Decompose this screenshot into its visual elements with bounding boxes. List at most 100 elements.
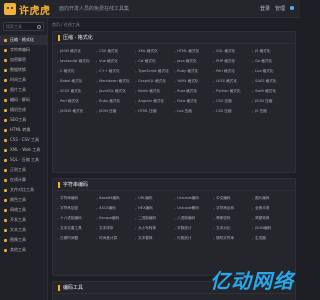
tool-link[interactable]: Unicode编码 <box>174 194 213 202</box>
tool-link[interactable]: Vue 格式化 <box>96 57 135 65</box>
tool-link[interactable]: SASS 格式化 <box>252 77 291 85</box>
sidebar-item[interactable]: 网络工具 <box>0 205 47 215</box>
tool-link[interactable]: Swift 格式化 <box>252 87 291 95</box>
tool-link[interactable]: Ruby 格式化 <box>96 97 135 105</box>
tool-link[interactable]: 随机字符串 <box>213 234 252 242</box>
tool-link[interactable]: URL编码 <box>135 194 174 202</box>
sidebar-item[interactable]: 在线计算 <box>0 175 47 185</box>
tool-link[interactable]: 二进制编码 <box>135 214 174 222</box>
tool-link[interactable]: JS 压缩 <box>252 107 291 115</box>
tool-link[interactable]: Python 格式化 <box>213 87 252 95</box>
tool-link[interactable]: 字数统计 <box>174 224 213 232</box>
tool-link[interactable]: Lua 压缩 <box>174 107 213 115</box>
tool-link[interactable]: JSON5 格式化 <box>57 107 96 115</box>
sidebar-item[interactable]: 压缩 · 格式化 <box>0 35 47 45</box>
tool-link[interactable]: CSS 压缩 <box>213 107 252 115</box>
search-input[interactable] <box>6 24 36 29</box>
tool-link[interactable]: 中文编码 <box>213 194 252 202</box>
tool-link[interactable]: CSS 格式化 <box>96 47 135 55</box>
sidebar-item[interactable]: 开发工具 <box>0 215 47 225</box>
tool-link[interactable]: ASCII编码 <box>96 204 135 212</box>
sidebar-item[interactable]: SEO工具 <box>0 115 47 125</box>
tool-link[interactable]: 字符串反转 <box>213 204 252 212</box>
tool-link[interactable]: C++ 格式化 <box>96 67 135 75</box>
sidebar-item[interactable]: 图片工具 <box>0 85 47 95</box>
tool-link[interactable]: Perl 格式化 <box>57 97 96 105</box>
tool-link[interactable]: Rust 格式化 <box>174 87 213 95</box>
sidebar-item[interactable]: 文本工具 <box>0 225 47 235</box>
tool-link[interactable]: Angular 格式化 <box>135 97 174 105</box>
tool-link[interactable]: 全角半角 <box>252 204 291 212</box>
search-icon[interactable] <box>37 24 41 29</box>
logo[interactable]: 许虎虎 <box>4 3 51 17</box>
tool-link[interactable]: 文本替换 <box>135 234 174 242</box>
tool-link[interactable]: Base64编码 <box>96 194 135 202</box>
tool-link[interactable]: 文本去重工具 <box>57 224 96 232</box>
tool-link[interactable]: Ruby 格式化 <box>174 67 213 75</box>
sidebar-item[interactable]: CSS · CSV 工具 <box>0 135 47 145</box>
tool-link[interactable]: 生成器 <box>252 234 291 242</box>
tool-link[interactable]: 文本对比 <box>213 224 252 232</box>
tool-link[interactable]: Java 格式化 <box>174 57 213 65</box>
tool-link[interactable]: 行数统计 <box>174 234 213 242</box>
tool-link[interactable]: YAML 格式化 <box>174 77 213 85</box>
tool-link[interactable]: HTML 格式化 <box>174 47 213 55</box>
tool-link[interactable]: JavaSQL 格式化 <box>96 87 135 95</box>
tool-link[interactable]: 字符串编码 <box>57 194 96 202</box>
tool-link[interactable]: 文本排序 <box>96 224 135 232</box>
tool-link[interactable]: PHP 格式化 <box>213 57 252 65</box>
tool-link[interactable]: HTML 压缩 <box>135 107 174 115</box>
sidebar-item[interactable]: 正则工具 <box>0 165 47 175</box>
tool-link[interactable]: CSV 压缩 <box>213 97 252 105</box>
sidebar-item[interactable]: 编码 · 解码 <box>0 95 47 105</box>
tool-link[interactable]: C 格式化 <box>57 67 96 75</box>
tool-link[interactable]: Escape编码 <box>96 214 135 222</box>
tool-link[interactable]: JSON编码 <box>252 224 291 232</box>
tool-link[interactable]: 八进制编码 <box>174 214 213 222</box>
sidebar-item[interactable]: 图像工具 <box>0 235 47 245</box>
tool-link[interactable]: 字符串加密 <box>57 204 96 212</box>
sidebar-item[interactable]: HTML 转换 <box>0 125 47 135</box>
tool-link[interactable]: Perl 格式化 <box>213 67 252 75</box>
tool-link[interactable]: LESS 格式化 <box>213 77 252 85</box>
tool-link[interactable]: 简繁转换 <box>252 214 291 222</box>
login-link[interactable]: 登录 <box>260 5 270 12</box>
tool-link[interactable]: Javascript 格式化 <box>57 57 96 65</box>
tool-link[interactable]: 十六进制编码 <box>57 214 96 222</box>
tool-link[interactable]: XML 格式化 <box>135 47 174 55</box>
tool-link[interactable]: 大小写转换 <box>135 224 174 232</box>
sidebar-item[interactable]: 随机生成 <box>0 105 47 115</box>
tool-link[interactable]: JSON 格式化 <box>57 47 96 55</box>
sidebar-item[interactable]: 其他工具 <box>0 245 47 255</box>
sidebar-item[interactable]: 文件对比工具 <box>0 185 47 195</box>
sidebar-item[interactable]: 颜色工具 <box>0 195 47 205</box>
tool-link[interactable]: Go 格式化 <box>252 57 291 65</box>
user-avatar-icon[interactable] <box>290 5 294 10</box>
tool-link[interactable]: 日期时间戳 <box>57 234 96 242</box>
tool-link[interactable]: GraphQL 格式化 <box>135 77 174 85</box>
tool-link[interactable]: Kotlin 格式化 <box>135 87 174 95</box>
sidebar-item[interactable]: XML · Web 工具 <box>0 145 47 155</box>
tool-link[interactable]: SQL 格式化 <box>213 47 252 55</box>
tool-link[interactable]: 摩斯密码 <box>213 214 252 222</box>
tool-link[interactable]: Unicode解码 <box>174 204 213 212</box>
manage-link[interactable]: 管理 <box>275 5 285 12</box>
sidebar-item[interactable]: 数据转换 <box>0 65 47 75</box>
tool-link[interactable]: JS 格式化 <box>252 47 291 55</box>
tool-link[interactable]: Flow 格式化 <box>174 97 213 105</box>
tool-link[interactable]: TypeScript 格式化 <box>135 67 174 75</box>
tool-link[interactable]: 时间差计算 <box>96 234 135 242</box>
tool-link[interactable]: JSON 压缩 <box>252 97 291 105</box>
tool-link[interactable]: SCSS 格式化 <box>57 87 96 95</box>
tool-link[interactable]: Lua 格式化 <box>252 67 291 75</box>
tool-link[interactable]: Babel 格式化 <box>57 77 96 85</box>
tool-link[interactable]: 图片编码 <box>252 194 291 202</box>
sidebar-item[interactable]: 加密解密 <box>0 55 47 65</box>
tool-link[interactable]: Markdown 格式化 <box>96 77 135 85</box>
sidebar-item[interactable]: SQL · 压缩 工具 <box>0 155 47 165</box>
sidebar-item[interactable]: 字符串编码 <box>0 45 47 55</box>
sidebar-search[interactable] <box>3 22 44 31</box>
tool-link[interactable]: C# 格式化 <box>135 57 174 65</box>
sidebar-item[interactable]: 时间工具 <box>0 75 47 85</box>
tool-link[interactable]: JSON 压缩 <box>96 107 135 115</box>
